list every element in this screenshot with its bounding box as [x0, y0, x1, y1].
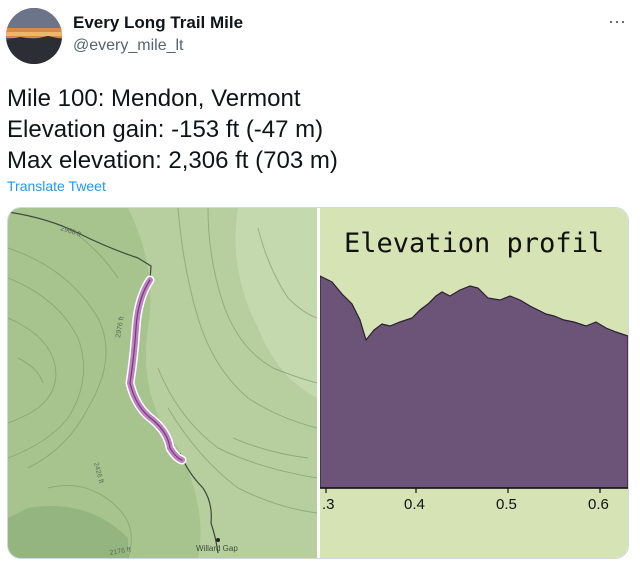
map-label: Willard Gap [196, 544, 238, 553]
author-name[interactable]: Every Long Trail Mile [73, 13, 243, 33]
media-attachment[interactable]: 2968 ft 2976 ft 2426 ft 2176 ft Willard … [7, 207, 629, 559]
x-tick-label: 0.6 [588, 496, 609, 513]
trail-map[interactable]: 2968 ft 2976 ft 2426 ft 2176 ft Willard … [8, 208, 317, 558]
elevation-profile-chart[interactable]: Elevation profil .3 0.4 0.5 0.6 [320, 208, 628, 558]
x-tick-label: 0.4 [404, 496, 425, 513]
tweet-text: Mile 100: Mendon, Vermont Elevation gain… [7, 83, 338, 176]
tweet-line: Mile 100: Mendon, Vermont [7, 85, 301, 112]
tweet-line: Elevation gain: -153 ft (-47 m) [7, 116, 324, 143]
elevation-area [320, 275, 628, 489]
author-handle[interactable]: @every_mile_lt [73, 37, 184, 55]
avatar[interactable] [6, 8, 62, 64]
translate-link[interactable]: Translate Tweet [7, 178, 106, 194]
x-tick-label: .3 [322, 496, 335, 513]
x-tick-label: 0.5 [496, 496, 517, 513]
tweet-line: Max elevation: 2,306 ft (703 m) [7, 147, 338, 174]
more-icon[interactable]: ⋯ [608, 12, 627, 33]
